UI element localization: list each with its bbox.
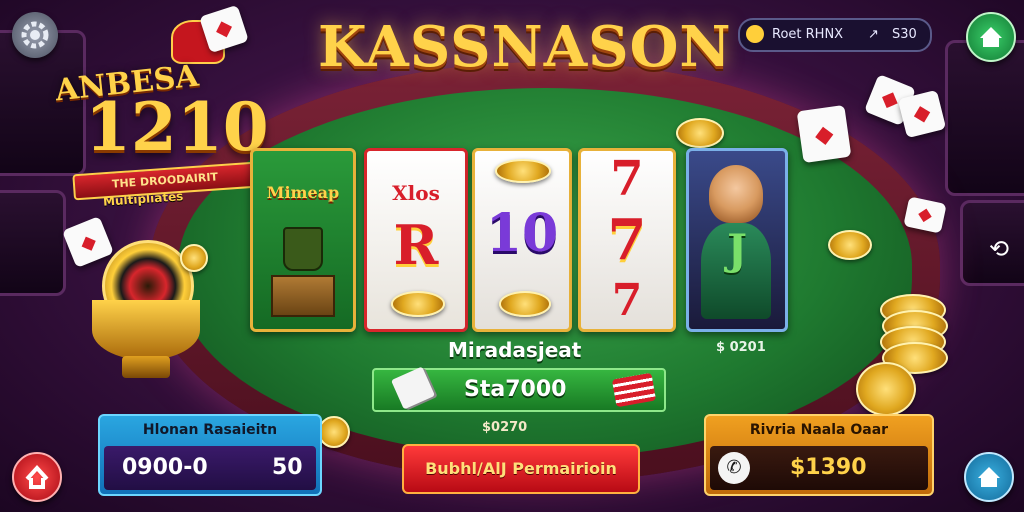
- home-icon: [978, 467, 1000, 487]
- gold-coin: [828, 230, 872, 260]
- reel-3-mid: 10: [485, 203, 559, 264]
- back-icon: [25, 465, 49, 489]
- balance-value: 0900-0: [122, 455, 208, 480]
- side-value: $ 0201: [716, 340, 766, 355]
- coin-icon: [495, 159, 551, 183]
- reel-1-label: Mimeap: [266, 183, 340, 202]
- below-bet-value: $0270: [482, 420, 528, 435]
- refresh-icon[interactable]: ⟲: [984, 234, 1014, 264]
- game-title: KASSNASON: [318, 14, 732, 80]
- chip-stack-icon: [611, 372, 657, 408]
- win-panel[interactable]: Rivria Naala Oaar ✆ $1390: [704, 414, 934, 496]
- reel-5-mid: J: [727, 225, 747, 274]
- reel-3: 10: [472, 148, 572, 332]
- bag-icon: [283, 227, 323, 271]
- arrow-icon: ↗: [868, 27, 879, 42]
- reel-4-bot: 7: [611, 275, 643, 326]
- mid-label: Miradasjeat: [448, 338, 582, 362]
- bet-bar[interactable]: Sta7000: [372, 366, 666, 412]
- home-button-top[interactable]: [966, 12, 1016, 62]
- reel-4-top: 7: [610, 151, 644, 207]
- top-info-value: S30: [892, 27, 917, 42]
- reel-2-top: Xlos: [392, 181, 440, 205]
- balance-multiplier: 50: [272, 455, 303, 480]
- die-icon: ◆: [796, 104, 852, 164]
- balance-panel-header: Hlonan Rasaieitn: [142, 422, 278, 438]
- win-value: $1390: [790, 455, 867, 480]
- gold-coin: [318, 416, 350, 448]
- win-panel-body: ✆ $1390: [710, 446, 928, 490]
- reel-4: 7 7 7: [578, 148, 676, 332]
- game-logo: ANBESA 1210 THE DROODAIRIT Multipliates: [54, 20, 269, 210]
- bet-value: Sta7000: [464, 377, 567, 402]
- reel-4-mid: 7: [607, 207, 647, 273]
- gold-coin: [180, 244, 208, 272]
- gold-coin: [676, 118, 724, 148]
- settings-button[interactable]: [12, 12, 58, 58]
- die-icon: ◆: [897, 89, 947, 139]
- logo-number: 1210: [85, 88, 269, 166]
- reel-5: J: [686, 148, 788, 332]
- top-info-bar[interactable]: Roet RHNX ↗ S30: [738, 18, 932, 52]
- crate-icon: [271, 275, 335, 317]
- reel-2-mid: R: [393, 213, 439, 277]
- reel-2: Xlos R: [364, 148, 468, 332]
- gold-coin: [856, 362, 916, 416]
- coin-icon: [499, 291, 551, 317]
- right-slot-machine: [945, 40, 1024, 196]
- action-button[interactable]: Bubhl/AlJ Permairioin: [402, 444, 640, 494]
- balance-panel[interactable]: Hlonan Rasaieitn 0900-0 50: [98, 414, 322, 496]
- home-button-bottom[interactable]: [964, 452, 1014, 502]
- back-button[interactable]: [12, 452, 62, 502]
- character-portrait: [709, 165, 763, 223]
- coin-icon: [746, 25, 764, 43]
- home-icon: [980, 27, 1002, 47]
- coin-icon: [391, 291, 445, 317]
- settings-icon: [21, 21, 49, 49]
- reel-1: Mimeap: [250, 148, 356, 332]
- top-info-text: Roet RHNX: [772, 27, 844, 42]
- phone-icon: ✆: [718, 452, 750, 484]
- card-stack-icon: [390, 366, 436, 410]
- balance-panel-body: 0900-0 50: [104, 446, 316, 490]
- win-panel-header: Rivria Naala Oaar: [749, 422, 889, 438]
